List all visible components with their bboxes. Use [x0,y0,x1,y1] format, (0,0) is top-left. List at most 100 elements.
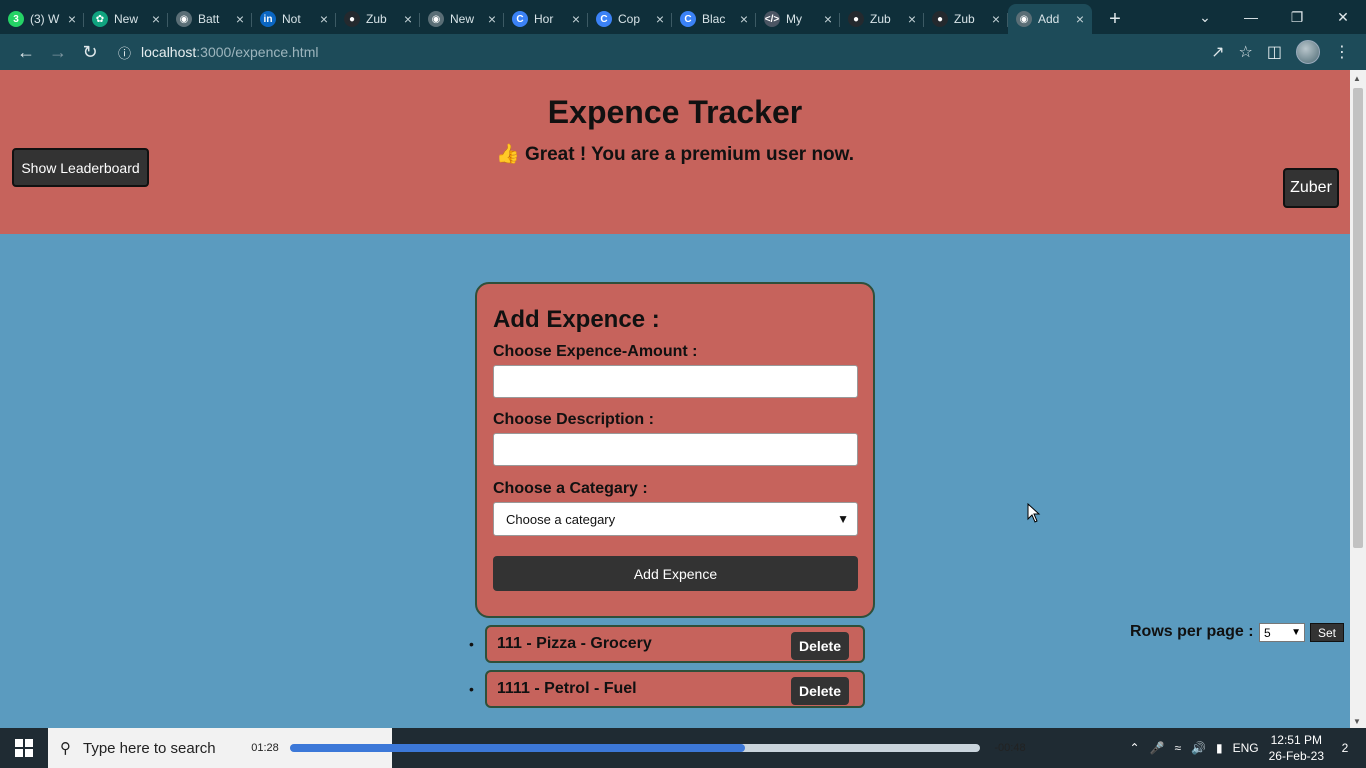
tab-label: (3) W [30,12,60,26]
tab-label: Cop [618,12,641,26]
rows-per-page-select[interactable]: 5 ▼ [1259,623,1305,642]
media-progress-fill [290,744,746,752]
close-icon[interactable]: × [656,11,664,27]
premium-message-text: Great ! You are a premium user now. [524,144,855,165]
browser-tab[interactable]: </> My × [756,4,840,34]
scrollbar-thumb[interactable] [1353,88,1363,548]
globe-icon: ◉ [1016,11,1032,27]
close-icon[interactable]: × [236,11,244,27]
close-icon[interactable]: × [908,11,916,27]
site-info-icon[interactable]: ⓘ [118,43,131,62]
share-icon[interactable]: ↗ [1211,42,1224,62]
menu-kebab-icon[interactable]: ⋮ [1334,42,1350,62]
user-button[interactable]: Zuber [1283,168,1339,208]
form-title: Add Expence : [493,306,660,333]
rows-set-button[interactable]: Set [1310,623,1344,642]
chevron-up-icon[interactable]: ⌃ [1129,741,1139,755]
tab-label: Zub [954,12,975,26]
mouse-cursor-icon [1027,503,1041,523]
close-icon[interactable]: × [1076,11,1084,27]
expense-item: • 1111 - Petrol - Fuel Delete [469,670,865,708]
thumbs-up-icon: 👍 [495,144,520,165]
scroll-down-icon[interactable]: ▼ [1353,717,1361,726]
tab-label: Hor [534,12,554,26]
volume-icon[interactable]: 🔊 [1191,741,1206,755]
scroll-up-icon[interactable]: ▲ [1353,74,1361,83]
category-select[interactable]: Choose a categary ▼ [493,502,858,536]
show-leaderboard-button[interactable]: Show Leaderboard [12,148,149,187]
back-icon[interactable]: ← [10,36,42,68]
delete-expense-button[interactable]: Delete [791,632,849,660]
category-selected-value: Choose a categary [506,511,616,527]
browser-tab[interactable]: C Cop × [588,4,672,34]
browser-tab[interactable]: ◉ Batt × [168,4,252,34]
close-icon[interactable]: × [572,11,580,27]
page-content: Expence Tracker 👍 Great ! You are a prem… [0,70,1350,728]
address-bar[interactable]: ⓘ localhost:3000/expence.html [114,38,1211,66]
category-label: Choose a Categary : [493,480,648,497]
c-icon: C [680,11,696,27]
browser-tab[interactable]: in Not × [252,4,336,34]
windows-start-icon[interactable] [0,728,48,768]
close-icon[interactable]: × [152,11,160,27]
url-host: localhost [141,44,197,60]
minimize-icon[interactable]: — [1228,9,1274,25]
c-icon: C [512,11,528,27]
page-scrollbar[interactable]: ▲ ▼ [1350,70,1366,728]
url-path: :3000/expence.html [196,44,319,60]
bookmark-star-icon[interactable]: ☆ [1239,42,1253,62]
battery-icon[interactable]: ▮ [1216,741,1223,755]
media-progress-overlay: 01:28 -00:48 [240,728,1040,768]
browser-tab[interactable]: C Blac × [672,4,756,34]
tab-label: My [786,12,802,26]
chevron-down-icon: ▼ [1291,627,1301,638]
microphone-icon[interactable]: 🎤 [1150,741,1165,755]
browser-tab[interactable]: ● Zub × [924,4,1008,34]
notifications-icon[interactable]: 2 [1334,737,1356,759]
reload-icon[interactable]: ↻ [74,36,106,68]
close-window-icon[interactable]: ✕ [1320,9,1366,26]
close-icon[interactable]: × [68,11,76,27]
browser-tab[interactable]: ◉ Add × [1008,4,1092,34]
close-icon[interactable]: × [740,11,748,27]
language-indicator[interactable]: ENG [1233,741,1259,755]
browser-tab[interactable]: ● Zub × [840,4,924,34]
clock-date: 26-Feb-23 [1268,749,1324,763]
restore-icon[interactable]: ❐ [1274,9,1320,26]
delete-expense-button[interactable]: Delete [791,677,849,705]
close-icon[interactable]: × [404,11,412,27]
description-input[interactable] [493,433,858,466]
forward-icon[interactable]: → [42,36,74,68]
clock[interactable]: 12:51 PM 26-Feb-23 [1269,732,1324,764]
browser-tab[interactable]: C Hor × [504,4,588,34]
taskbar-search-placeholder: Type here to search [83,739,216,757]
close-icon[interactable]: × [992,11,1000,27]
rows-per-page-value: 5 [1264,625,1271,640]
browser-tab[interactable]: 3 (3) W × [0,4,84,34]
list-bullet: • [469,681,474,697]
clock-time: 12:51 PM [1270,733,1322,747]
wifi-icon[interactable]: ≈ [1174,741,1181,755]
side-panel-icon[interactable]: ◫ [1267,42,1282,62]
close-icon[interactable]: × [824,11,832,27]
close-icon[interactable]: × [488,11,496,27]
browser-tab[interactable]: ◉ New × [420,4,504,34]
browser-tab-bar: 3 (3) W × ✿ New × ◉ Batt × in Not × ● Zub × ◉ New × C Hor × C… [0,0,1366,34]
close-icon[interactable]: × [320,11,328,27]
media-remaining-time: -00:48 [994,742,1026,754]
tab-label: Not [282,12,301,26]
profile-avatar[interactable] [1296,40,1320,64]
globe-icon: ◉ [428,11,444,27]
tab-search-icon[interactable]: ⌄ [1182,9,1228,26]
new-tab-button[interactable]: + [1100,4,1130,34]
media-elapsed-time: 01:28 [251,742,279,754]
media-progress-bar[interactable] [290,744,980,752]
github-icon: ● [344,11,360,27]
amount-input[interactable] [493,365,858,398]
browser-tab[interactable]: ● Zub × [336,4,420,34]
code-icon: </> [764,11,780,27]
github-icon: ● [848,11,864,27]
whatsapp-icon: 3 [8,11,24,27]
add-expense-button[interactable]: Add Expence [493,556,858,591]
browser-tab[interactable]: ✿ New × [84,4,168,34]
